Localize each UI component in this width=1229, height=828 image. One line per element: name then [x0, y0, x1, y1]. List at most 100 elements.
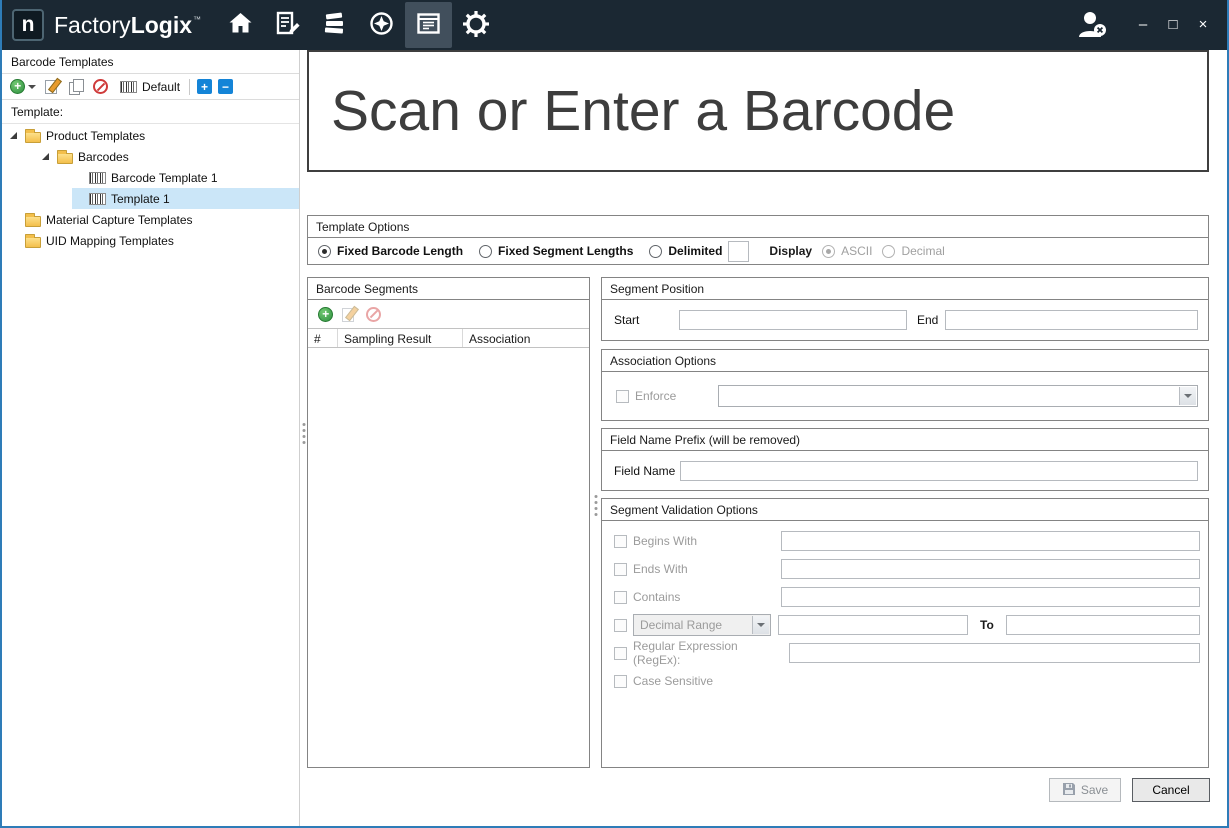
segment-validation-panel: Segment Validation Options Begins With E…: [601, 498, 1209, 768]
clipboard-pencil-icon: [274, 10, 301, 40]
barcode-segments-title: Barcode Segments: [308, 278, 589, 300]
tree-item-uid-mapping-templates[interactable]: UID Mapping Templates: [2, 230, 299, 251]
field-name-prefix-title: Field Name Prefix (will be removed): [602, 429, 1208, 451]
add-dropdown-caret-icon[interactable]: [28, 85, 36, 93]
expander-placeholder: [8, 235, 20, 247]
nav-templates-button[interactable]: [405, 2, 452, 48]
radio-icon: [822, 245, 835, 258]
field-name-input[interactable]: [680, 461, 1198, 481]
nav-settings-button[interactable]: [452, 2, 499, 48]
case-sensitive-checkbox[interactable]: [614, 675, 627, 688]
association-options-title: Association Options: [602, 350, 1208, 372]
app-logo: n: [12, 9, 44, 41]
range-from-input[interactable]: [778, 615, 968, 635]
add-template-button[interactable]: +: [10, 79, 25, 94]
remove-segment-button[interactable]: [366, 307, 381, 322]
radio-icon: [649, 245, 662, 258]
chevron-down-icon[interactable]: [1179, 387, 1196, 405]
minimize-button[interactable]: –: [1133, 14, 1153, 36]
add-segment-button[interactable]: +: [318, 307, 333, 322]
splitter-grip[interactable]: [594, 495, 597, 516]
edit-template-button[interactable]: [45, 79, 60, 94]
brand-wordmark: FactoryLogix™: [54, 12, 201, 39]
begins-with-checkbox[interactable]: [614, 535, 627, 548]
nav-navigator-button[interactable]: [358, 2, 405, 48]
enforce-checkbox[interactable]: [616, 390, 629, 403]
contains-checkbox[interactable]: [614, 591, 627, 604]
radio-fixed-segment-lengths[interactable]: Fixed Segment Lengths: [479, 244, 633, 258]
range-type-combobox[interactable]: Decimal Range: [633, 614, 771, 636]
cancel-button[interactable]: Cancel: [1132, 778, 1210, 802]
start-label: Start: [614, 313, 679, 327]
tree-item-product-templates[interactable]: Product Templates: [2, 125, 299, 146]
gear-icon: [462, 10, 490, 41]
edit-segment-button[interactable]: [342, 307, 357, 322]
column-association[interactable]: Association: [463, 329, 589, 347]
ends-with-checkbox[interactable]: [614, 563, 627, 576]
tree-item-barcodes[interactable]: Barcodes: [2, 146, 299, 167]
collapse-all-button[interactable]: −: [218, 79, 233, 94]
contains-input[interactable]: [781, 587, 1200, 607]
delimiter-input[interactable]: [728, 241, 749, 262]
segments-toolbar: +: [308, 300, 589, 328]
expander-icon[interactable]: [8, 130, 20, 142]
radio-icon: [318, 245, 331, 258]
chevron-down-icon[interactable]: [752, 616, 769, 634]
radio-fixed-barcode-length[interactable]: Fixed Barcode Length: [318, 244, 463, 258]
tree-item-template-1[interactable]: Template 1: [2, 188, 299, 209]
scan-prompt: Scan or Enter a Barcode: [331, 78, 955, 144]
segment-validation-title: Segment Validation Options: [602, 499, 1208, 521]
column-number[interactable]: #: [308, 329, 338, 347]
regex-checkbox[interactable]: [614, 647, 627, 660]
sidebar-barcode-templates: Barcode Templates + Default + − Template…: [2, 50, 300, 826]
radio-decimal[interactable]: Decimal: [882, 244, 944, 258]
maximize-button[interactable]: □: [1163, 14, 1183, 36]
regex-input[interactable]: [789, 643, 1200, 663]
segments-table-header: # Sampling Result Association: [308, 328, 589, 348]
expander-icon[interactable]: [40, 151, 52, 163]
user-logout-icon[interactable]: [1075, 9, 1109, 42]
folder-icon: [25, 216, 41, 227]
field-name-label: Field Name: [614, 464, 680, 478]
start-input[interactable]: [679, 310, 907, 330]
begins-with-row: Begins With: [602, 527, 1208, 555]
begins-with-input[interactable]: [781, 531, 1200, 551]
ends-with-input[interactable]: [781, 559, 1200, 579]
column-sampling-result[interactable]: Sampling Result: [338, 329, 463, 347]
panel-splitter[interactable]: [590, 277, 601, 768]
expand-all-button[interactable]: +: [197, 79, 212, 94]
sidebar-splitter[interactable]: [300, 50, 307, 826]
main-content: Scan or Enter a Barcode Template Options…: [307, 50, 1227, 826]
remove-template-button[interactable]: [93, 79, 108, 94]
tree-item-material-capture-templates[interactable]: Material Capture Templates: [2, 209, 299, 230]
segment-position-panel: Segment Position Start End: [601, 277, 1209, 341]
default-barcode-icon: [120, 81, 137, 93]
books-stack-icon: [321, 10, 348, 40]
radio-delimited[interactable]: Delimited: [649, 244, 722, 258]
copy-template-button[interactable]: [69, 79, 84, 94]
barcode-scan-input[interactable]: Scan or Enter a Barcode: [307, 50, 1209, 172]
radio-icon: [479, 245, 492, 258]
toolbar-divider: [189, 79, 190, 95]
contains-row: Contains: [602, 583, 1208, 611]
end-input[interactable]: [945, 310, 1198, 330]
nav-production-button[interactable]: [264, 2, 311, 48]
range-to-input[interactable]: [1006, 615, 1200, 635]
app-window: n FactoryLogix™: [0, 0, 1229, 828]
save-icon: [1062, 782, 1076, 799]
splitter-grip[interactable]: [302, 423, 305, 444]
template-tree: Product Templates Barcodes Barcode Templ…: [2, 124, 299, 826]
range-checkbox[interactable]: [614, 619, 627, 632]
radio-icon: [882, 245, 895, 258]
nav-materials-button[interactable]: [311, 2, 358, 48]
barcode-segments-panel: Barcode Segments + # Sampling Result Ass…: [307, 277, 590, 768]
ends-with-row: Ends With: [602, 555, 1208, 583]
save-button[interactable]: Save: [1049, 778, 1121, 802]
close-button[interactable]: ×: [1193, 14, 1213, 36]
tree-item-barcode-template-1[interactable]: Barcode Template 1: [2, 167, 299, 188]
radio-ascii[interactable]: ASCII: [822, 244, 872, 258]
folder-icon: [57, 153, 73, 164]
association-combobox[interactable]: [718, 385, 1198, 407]
expander-placeholder: [72, 193, 84, 205]
nav-home-button[interactable]: [217, 2, 264, 48]
